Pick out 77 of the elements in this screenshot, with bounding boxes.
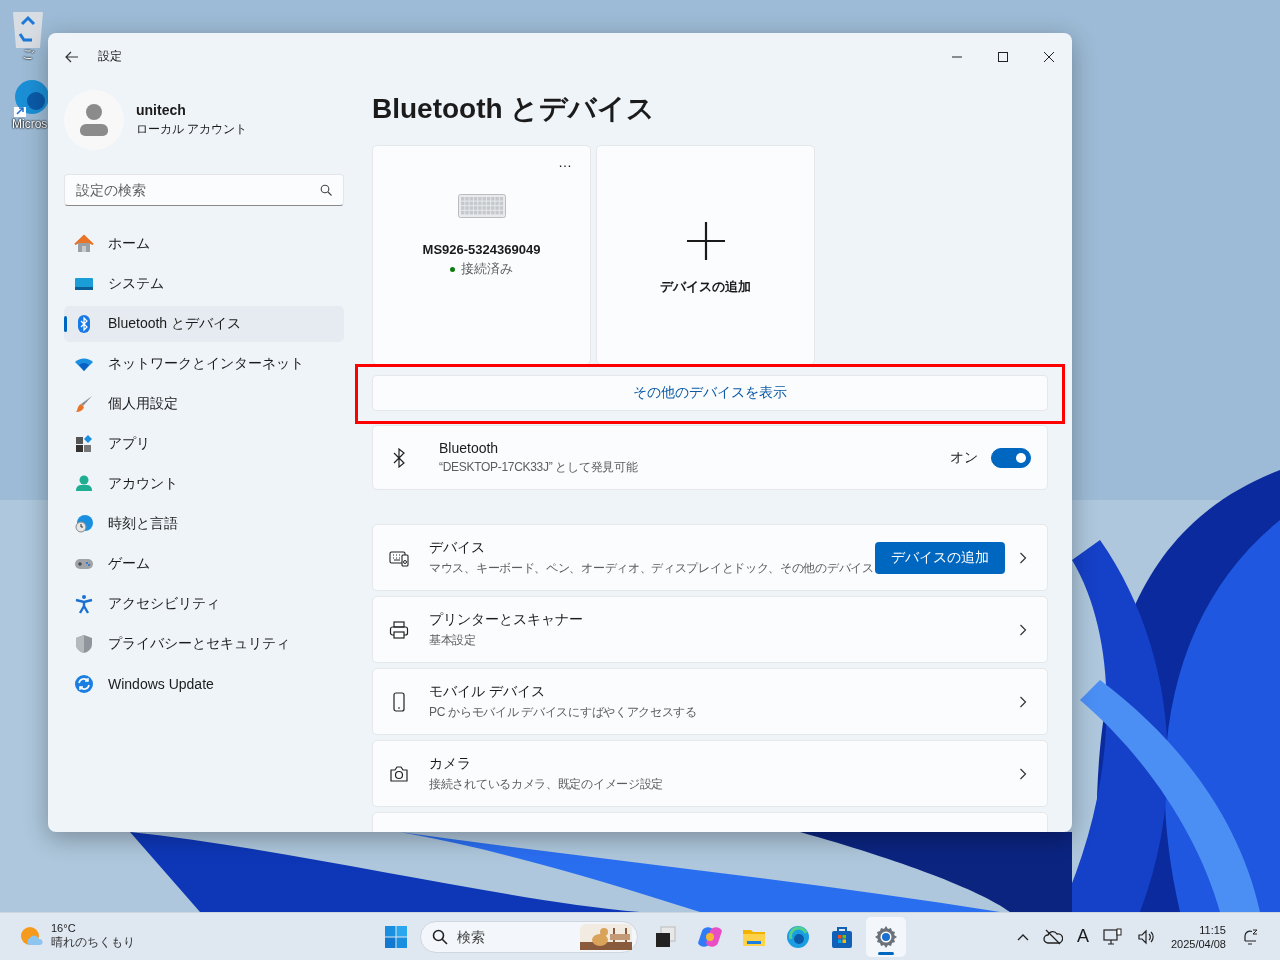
printer-icon <box>389 619 409 640</box>
chevron-right-icon <box>1019 623 1027 636</box>
home-icon <box>74 234 94 254</box>
settings-row[interactable]: モバイル デバイス PC からモバイル デバイスにすばやくアクセスする <box>372 668 1048 735</box>
close-icon[interactable] <box>1044 51 1054 62</box>
account-name: unitech <box>136 102 187 118</box>
page-title: Bluetooth とデバイス <box>372 92 657 126</box>
task-view-icon <box>654 924 678 949</box>
nav-item[interactable]: アプリ <box>64 426 344 462</box>
speaker-icon[interactable] <box>1136 927 1157 946</box>
nav-item[interactable]: ホーム <box>64 226 344 262</box>
ime-indicator[interactable]: A <box>1076 926 1089 947</box>
row-subtitle: マウス、キーボード、ペン、オーディオ、ディスプレイとドック、その他のデバイス <box>429 559 875 577</box>
apps-icon <box>74 434 94 454</box>
clock[interactable]: 11:15 2025/04/08 <box>1170 923 1226 950</box>
globe-clock-icon <box>74 514 94 534</box>
show-more-devices-button[interactable]: その他のデバイスを表示 <box>372 375 1048 411</box>
device-card[interactable]: … MS926-5324369049 接続済み <box>372 145 591 365</box>
nav-item[interactable]: Windows Update <box>64 666 344 702</box>
brush-icon <box>74 394 94 414</box>
row-title: モバイル デバイス <box>429 682 546 701</box>
row-title: デバイス <box>429 538 486 557</box>
bluetooth-toggle[interactable] <box>991 447 1031 468</box>
bluetooth-subtitle: “DESKTOP-17CK33J” として発見可能 <box>439 458 639 476</box>
chevron-right-icon <box>1019 695 1027 708</box>
settings-row[interactable]: プリンターとスキャナー 基本設定 <box>372 596 1048 663</box>
nav-item[interactable]: ゲーム <box>64 546 344 582</box>
more-button[interactable]: … <box>558 154 572 170</box>
bluetooth-title: Bluetooth <box>439 439 500 456</box>
row-title: カメラ <box>429 754 472 773</box>
account-type: ローカル アカウント <box>136 121 248 138</box>
settings-row[interactable]: カメラ 接続されているカメラ、既定のイメージ設定 <box>372 740 1048 807</box>
search-field[interactable]: 設定の検索 <box>64 174 344 206</box>
store-icon <box>830 924 854 949</box>
settings-row[interactable]: デバイス マウス、キーボード、ペン、オーディオ、ディスプレイとドック、その他のデバイス デバイスの追加 <box>372 524 1048 591</box>
person-icon <box>74 474 94 494</box>
accessibility-icon <box>74 594 94 614</box>
update-icon <box>74 674 94 694</box>
chevron-right-icon <box>1019 551 1027 564</box>
nav-item[interactable]: アクセシビリティ <box>64 586 344 622</box>
nav-item[interactable]: アカウント <box>64 466 344 502</box>
row-subtitle: 接続されているカメラ、既定のイメージ設定 <box>429 775 664 793</box>
device-name: MS926-5324369049 <box>422 242 541 257</box>
edge-icon <box>786 924 810 949</box>
nav-item[interactable]: システム <box>64 266 344 302</box>
maximize-icon[interactable] <box>998 51 1008 62</box>
nav-item[interactable]: ネットワークとインターネット <box>64 346 344 382</box>
cloud-off-icon[interactable] <box>1042 927 1063 946</box>
toggle-state: オン <box>950 448 978 467</box>
window-title: 設定 <box>98 48 122 65</box>
plus-icon <box>685 221 726 261</box>
row-subtitle: PC からモバイル デバイスにすばやくアクセスする <box>429 703 698 721</box>
keyboard-icon <box>457 194 506 218</box>
chevron-up-icon[interactable] <box>1016 932 1029 941</box>
avatar-icon <box>64 90 124 150</box>
nav-item[interactable]: プライバシーとセキュリティ <box>64 626 344 662</box>
row-subtitle: 基本設定 <box>429 631 477 649</box>
edge-shortcut-icon[interactable] <box>12 77 48 117</box>
network-icon[interactable] <box>1102 927 1123 946</box>
nav-item[interactable]: Bluetooth とデバイス <box>64 306 344 342</box>
camera-icon <box>389 763 409 784</box>
shield-icon <box>74 634 94 654</box>
bluetooth-icon <box>393 447 405 468</box>
search-icon <box>320 184 332 196</box>
row-title: プリンターとスキャナー <box>429 610 584 629</box>
chevron-right-icon <box>1019 767 1027 780</box>
copilot-icon <box>698 924 722 949</box>
add-device-label: デバイスの追加 <box>660 278 751 296</box>
temperature: 16°C <box>51 922 77 934</box>
windows-logo-icon[interactable] <box>384 924 408 949</box>
nav-item[interactable]: 個人用設定 <box>64 386 344 422</box>
add-device-button[interactable]: デバイスの追加 <box>875 541 1005 574</box>
nav-item[interactable]: 時刻と言語 <box>64 506 344 542</box>
device-card[interactable]: デバイスの追加 <box>596 145 815 365</box>
gear-icon <box>874 924 898 949</box>
weather-condition: 晴れのちくもり <box>51 934 135 951</box>
device-status: 接続済み <box>461 260 513 278</box>
